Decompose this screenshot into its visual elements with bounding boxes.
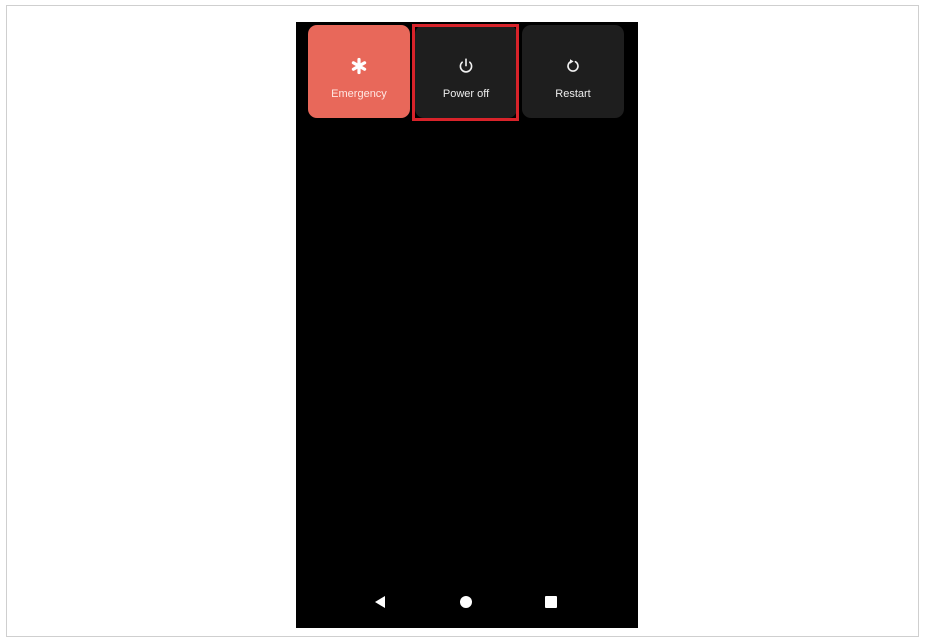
emergency-label: Emergency bbox=[331, 88, 387, 100]
power-icon bbox=[457, 57, 475, 75]
navigation-bar bbox=[296, 580, 638, 628]
home-button[interactable] bbox=[457, 595, 475, 613]
restart-icon bbox=[564, 57, 582, 75]
emergency-button[interactable]: Emergency bbox=[308, 25, 410, 118]
back-button[interactable] bbox=[371, 595, 389, 613]
power-off-button[interactable]: Power off bbox=[415, 25, 517, 118]
recents-button[interactable] bbox=[542, 595, 560, 613]
asterisk-icon bbox=[350, 57, 368, 75]
restart-label: Restart bbox=[555, 88, 591, 100]
back-icon bbox=[372, 594, 388, 615]
power-menu: Emergency Power off Restart bbox=[308, 25, 624, 118]
home-icon bbox=[458, 594, 474, 615]
restart-button[interactable]: Restart bbox=[522, 25, 624, 118]
recents-icon bbox=[543, 594, 559, 615]
power-off-label: Power off bbox=[442, 88, 490, 100]
phone-screen: Emergency Power off Restart bbox=[296, 22, 638, 628]
